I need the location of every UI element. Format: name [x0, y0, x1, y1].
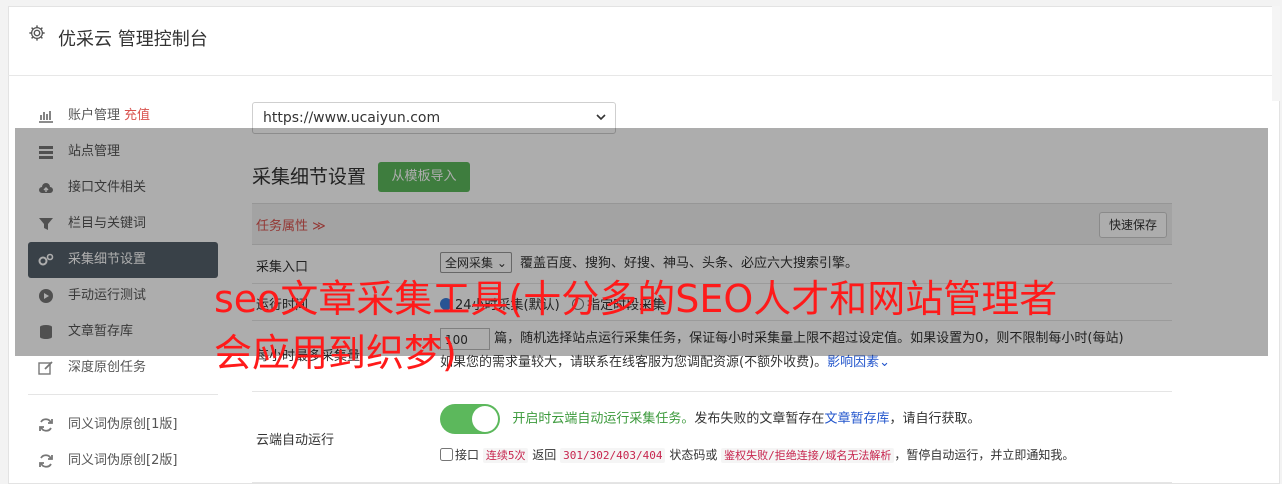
scrollbar[interactable]	[1272, 6, 1280, 101]
cloud-run-toggle[interactable]	[440, 404, 500, 434]
pause-text-e: ，暂停自动运行，并立即通知我。	[894, 448, 1075, 462]
table-row: 云端自动运行 开启时云端自动运行采集任务。发布失败的文章暂存在文章暂存库，请自行…	[252, 392, 1172, 483]
sidebar-item-label: 同义词伪原创[1版]	[68, 417, 178, 432]
sidebar-item-synonym-v1[interactable]: 同义词伪原创[1版]	[28, 407, 218, 443]
pause-text-d: 状态码或	[669, 448, 718, 462]
row-label: 云端自动运行	[256, 433, 335, 448]
pause-checkbox[interactable]	[440, 448, 453, 461]
cloud-run-text-a: 发布失败的文章暂存在	[694, 411, 825, 427]
pause-option: 接口 连续5次 返回 301/302/403/404 状态码或 鉴权失败/拒绝连…	[440, 446, 1180, 463]
toggle-knob	[472, 406, 498, 432]
code-errors: 鉴权失败/拒绝连接/域名无法解析	[721, 448, 895, 463]
refresh-icon	[39, 454, 53, 468]
edit-icon	[38, 361, 53, 375]
pause-text-c: 返回	[532, 448, 557, 462]
gear-icon	[29, 25, 45, 41]
row-content: 开启时云端自动运行采集任务。发布失败的文章暂存在文章暂存库，请自行获取。 接口 …	[440, 404, 1180, 463]
sidebar-item-label: 账户管理	[68, 108, 121, 123]
sidebar-item-synonym-v2[interactable]: 同义词伪原创[2版]	[28, 443, 218, 479]
refresh-icon	[39, 418, 53, 432]
article-storage-link[interactable]: 文章暂存库	[824, 412, 889, 427]
site-select-value: https://www.ucaiyun.com	[263, 110, 441, 126]
cloud-run-text-b: ，请自行获取。	[889, 411, 981, 427]
cloud-run-toggle-text: 开启时云端自动运行采集任务。	[512, 411, 695, 427]
overlay-title: seo文章采集工具(十分多的SEO人才和网站管理者会应用到织梦)	[214, 277, 1058, 375]
recharge-link[interactable]: 充值	[124, 108, 150, 123]
code-status: 301/302/403/404	[560, 448, 666, 463]
page-header: 优采云 管理控制台	[8, 6, 1280, 76]
pause-checkbox-label: 接口	[455, 448, 480, 462]
sidebar-divider	[28, 386, 218, 395]
sidebar-item-label: 同义词伪原创[2版]	[68, 453, 178, 468]
page-title: 优采云 管理控制台	[58, 29, 208, 50]
bar-chart-icon	[39, 111, 53, 123]
code-consecutive: 连续5次	[482, 448, 529, 463]
chevron-down-icon	[596, 114, 606, 121]
sidebar-item-label: 深度原创任务	[68, 360, 147, 375]
